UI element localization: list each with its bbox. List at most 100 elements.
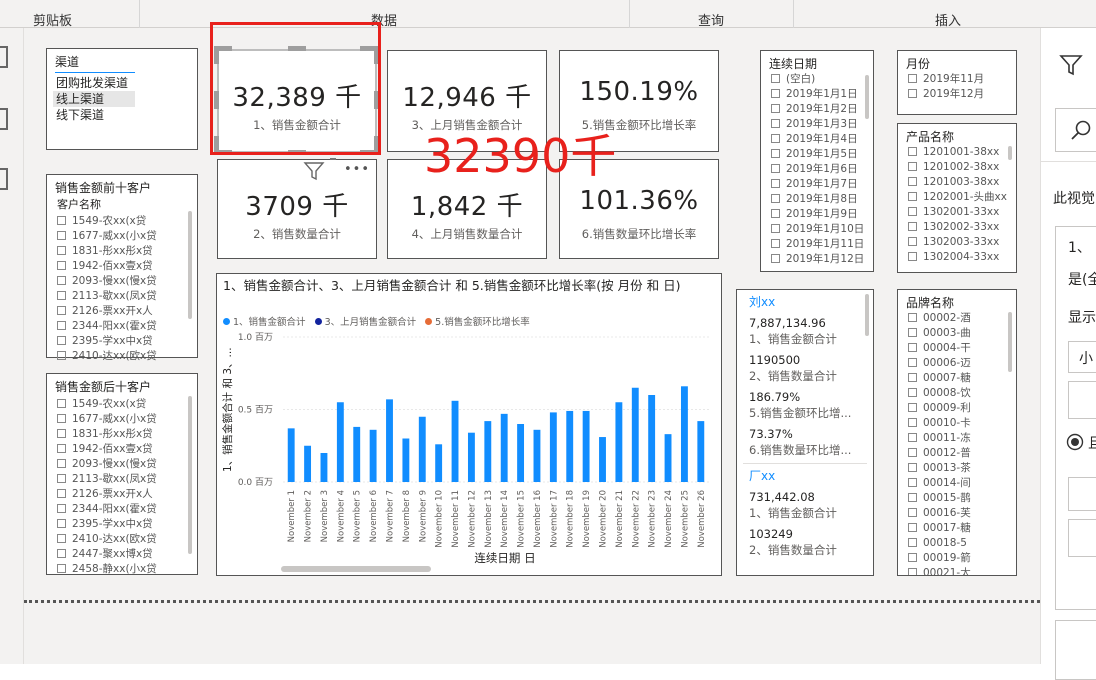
- slicer-item[interactable]: 线下渠道: [47, 107, 197, 123]
- resize-handle[interactable]: [374, 46, 379, 64]
- checkbox-icon[interactable]: [908, 448, 917, 457]
- checkbox-icon[interactable]: [908, 207, 917, 216]
- slicer-item[interactable]: 00003-曲: [898, 326, 1016, 341]
- filter-card[interactable]: [1055, 620, 1096, 680]
- checkbox-icon[interactable]: [57, 549, 66, 558]
- resize-handle[interactable]: [288, 150, 306, 155]
- checkbox-icon[interactable]: [771, 89, 780, 98]
- filter-icon[interactable]: [1059, 53, 1083, 77]
- slicer-item[interactable]: 2410-达xx(欧x贷: [47, 349, 197, 364]
- slicer-item[interactable]: 团购批发渠道: [47, 75, 197, 91]
- filter-type-dropdown[interactable]: 小: [1068, 341, 1096, 373]
- scrollbar[interactable]: [865, 75, 869, 119]
- slicer-item[interactable]: 2019年1月11日: [761, 237, 873, 252]
- checkbox-icon[interactable]: [908, 373, 917, 382]
- slicer-item[interactable]: 1677-威xx(小x贷: [47, 412, 197, 427]
- scrollbar[interactable]: [188, 396, 192, 554]
- radio-button-icon[interactable]: [1066, 433, 1084, 451]
- checkbox-icon[interactable]: [908, 523, 917, 532]
- slicer-item[interactable]: 2113-歇xx(凤x贷: [47, 289, 197, 304]
- slicer-item[interactable]: 00014-间: [898, 476, 1016, 491]
- slicer-item[interactable]: 2410-达xx(欧x贷: [47, 532, 197, 547]
- slicer-item[interactable]: 1302002-33xx: [898, 220, 1016, 235]
- scrollbar[interactable]: [865, 294, 869, 336]
- checkbox-icon[interactable]: [57, 414, 66, 423]
- checkbox-icon[interactable]: [908, 237, 917, 246]
- slicer-item[interactable]: 1201003-38xx: [898, 175, 1016, 190]
- checkbox-icon[interactable]: [908, 568, 917, 575]
- checkbox-icon[interactable]: [771, 104, 780, 113]
- slicer-item[interactable]: 00015-鹊: [898, 491, 1016, 506]
- checkbox-icon[interactable]: [57, 216, 66, 225]
- checkbox-icon[interactable]: [57, 504, 66, 513]
- slicer-item-selected[interactable]: 线上渠道: [53, 91, 135, 107]
- checkbox-icon[interactable]: [57, 306, 66, 315]
- checkbox-icon[interactable]: [908, 89, 917, 98]
- checkbox-icon[interactable]: [57, 564, 66, 573]
- filter-condition-dropdown[interactable]: [1068, 477, 1096, 511]
- more-options-icon[interactable]: •••: [344, 162, 370, 177]
- slicer-item[interactable]: 1831-彤xx彤x贷: [47, 427, 197, 442]
- checkbox-icon[interactable]: [908, 162, 917, 171]
- slicer-item[interactable]: 2019年1月12日: [761, 252, 873, 267]
- scrollbar[interactable]: [188, 211, 192, 319]
- checkbox-icon[interactable]: [771, 254, 780, 263]
- slicer-item[interactable]: 2093-慢xx(慢x贷: [47, 274, 197, 289]
- slicer-item[interactable]: 2458-静xx(小x贷: [47, 562, 197, 577]
- slicer-item[interactable]: 00019-箭: [898, 551, 1016, 566]
- slicer-item[interactable]: 00004-干: [898, 341, 1016, 356]
- slicer-item[interactable]: 1549-农xx(x贷: [47, 397, 197, 412]
- checkbox-icon[interactable]: [57, 444, 66, 453]
- slicer-item[interactable]: 2019年1月7日: [761, 177, 873, 192]
- slicer-item[interactable]: 2113-歇xx(凤x贷: [47, 472, 197, 487]
- slicer-item[interactable]: 00007-糖: [898, 371, 1016, 386]
- slicer-item[interactable]: 2019年1月8日: [761, 192, 873, 207]
- checkbox-icon[interactable]: [908, 508, 917, 517]
- resize-handle[interactable]: [288, 46, 306, 51]
- checkbox-icon[interactable]: [57, 534, 66, 543]
- sales-bar-chart[interactable]: 1、销售金额合计、3、上月销售金额合计 和 5.销售金额环比增长率(按 月份 和…: [216, 273, 722, 576]
- chart-scrollbar[interactable]: [281, 566, 431, 572]
- checkbox-icon[interactable]: [908, 358, 917, 367]
- checkbox-icon[interactable]: [908, 74, 917, 83]
- resize-handle[interactable]: [214, 46, 219, 64]
- slicer-item[interactable]: 2126-票xx开x人: [47, 304, 197, 319]
- checkbox-icon[interactable]: [57, 474, 66, 483]
- slicer-item[interactable]: 2019年1月2日: [761, 102, 873, 117]
- slicer-item[interactable]: 00013-茶: [898, 461, 1016, 476]
- filter-icon[interactable]: [303, 160, 325, 182]
- slicer-item[interactable]: 2344-阳xx(霍x贷: [47, 319, 197, 334]
- slicer-item[interactable]: 00008-饮: [898, 386, 1016, 401]
- data-view-icon[interactable]: [0, 108, 8, 130]
- slicer-item[interactable]: 2019年11月: [898, 72, 1016, 87]
- resize-handle[interactable]: [374, 136, 379, 154]
- customer-multirow-card[interactable]: 刘xx 7,887,134.96 1、销售金额合计 1190500 2、销售数量…: [736, 289, 874, 576]
- slicer-item[interactable]: 00016-芙: [898, 506, 1016, 521]
- slicer-item[interactable]: 00002-酒: [898, 311, 1016, 326]
- checkbox-icon[interactable]: [57, 291, 66, 300]
- checkbox-icon[interactable]: [908, 493, 917, 502]
- checkbox-icon[interactable]: [771, 134, 780, 143]
- checkbox-icon[interactable]: [57, 246, 66, 255]
- checkbox-icon[interactable]: [57, 429, 66, 438]
- checkbox-icon[interactable]: [771, 224, 780, 233]
- slicer-item[interactable]: 2019年1月6日: [761, 162, 873, 177]
- checkbox-icon[interactable]: [908, 222, 917, 231]
- ribbon-group-insert[interactable]: 插入: [793, 0, 1096, 29]
- resize-handle[interactable]: [214, 136, 219, 154]
- checkbox-icon[interactable]: [57, 321, 66, 330]
- checkbox-icon[interactable]: [908, 418, 917, 427]
- checkbox-icon[interactable]: [771, 164, 780, 173]
- checkbox-icon[interactable]: [908, 252, 917, 261]
- slicer-item[interactable]: 2019年1月4日: [761, 132, 873, 147]
- checkbox-icon[interactable]: [908, 538, 917, 547]
- checkbox-icon[interactable]: [57, 261, 66, 270]
- ribbon-group-data[interactable]: 数据: [139, 0, 629, 29]
- checkbox-icon[interactable]: [908, 343, 917, 352]
- slicer-item[interactable]: 2344-阳xx(霍x贷: [47, 502, 197, 517]
- checkbox-icon[interactable]: [908, 177, 917, 186]
- checkbox-icon[interactable]: [771, 149, 780, 158]
- checkbox-icon[interactable]: [771, 194, 780, 203]
- filter-value-input[interactable]: [1068, 519, 1096, 557]
- slicer-item[interactable]: 2019年1月3日: [761, 117, 873, 132]
